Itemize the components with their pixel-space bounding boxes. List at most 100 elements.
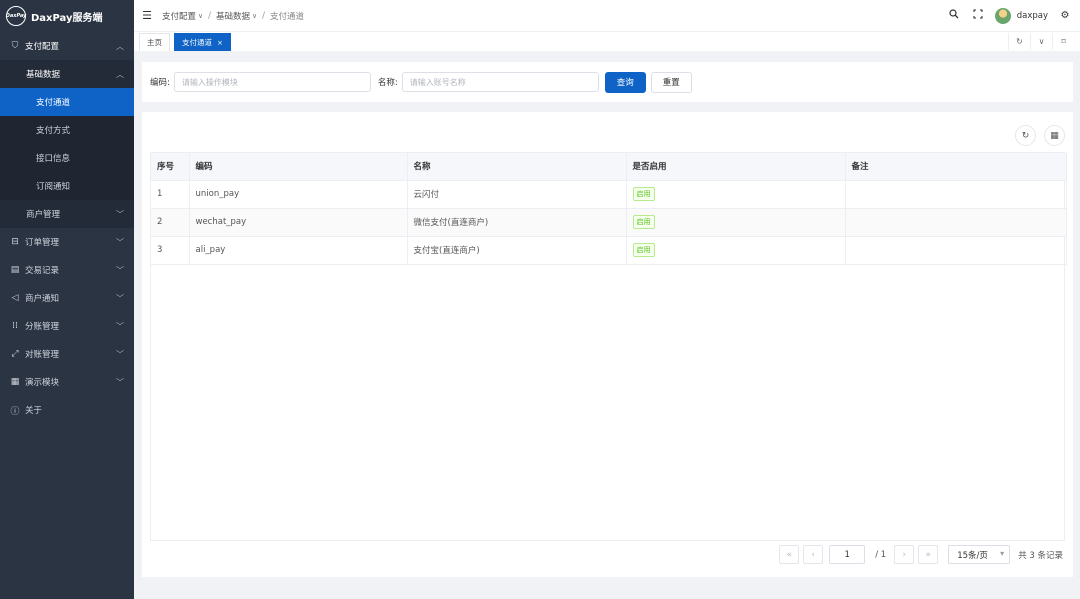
table-row[interactable]: 2 wechat_pay 微信支付(直连商户) 启用: [151, 208, 1067, 237]
sidebar-item-label: 接口信息: [36, 154, 71, 164]
cell-code: union_pay: [189, 180, 408, 209]
sidebar-item-payment-method[interactable]: 支付方式: [0, 116, 134, 144]
chevron-down-icon: ﹀: [116, 293, 124, 303]
cell-remark: [845, 180, 1067, 209]
refresh-icon[interactable]: ↻: [1015, 125, 1036, 146]
total-records: 共 3 条记录: [1018, 550, 1063, 561]
column-header-name: 名称: [407, 153, 627, 181]
column-header-remark: 备注: [845, 153, 1067, 181]
logo[interactable]: DaxPay DaxPay服务端: [0, 0, 134, 32]
sidebar-item-split-management[interactable]: ⁞⁞ 分账管理 ﹀: [0, 312, 134, 340]
breadcrumb-item: 支付通道: [270, 11, 305, 22]
fullscreen-icon[interactable]: [971, 9, 985, 22]
data-table: 序号 编码 名称 是否启用 备注 1 union_pay 云闪付 启用 2 we…: [150, 152, 1067, 541]
chevron-down-icon: ∨: [198, 11, 204, 20]
sidebar-item-label: 订阅通知: [36, 182, 71, 192]
close-icon[interactable]: ×: [217, 39, 223, 47]
cell-enabled: 启用: [626, 208, 846, 237]
order-icon: ⊟: [11, 237, 19, 247]
refresh-icon[interactable]: ↻: [1008, 33, 1030, 50]
expand-icon[interactable]: ⌑: [1052, 33, 1074, 50]
sidebar-item-demo[interactable]: ▦ 演示模块 ﹀: [0, 368, 134, 396]
breadcrumb-item[interactable]: 基础数据: [216, 10, 250, 22]
cell-index: 1: [151, 180, 190, 209]
top-right-actions: daxpay ⚙: [947, 7, 1072, 24]
sidebar-item-merchant-notify[interactable]: ◁ 商户通知 ﹀: [0, 284, 134, 312]
chevron-down-icon: ∨: [252, 11, 258, 20]
sidebar-item-label: 订单管理: [25, 238, 60, 248]
menu-fold-icon[interactable]: ☰: [140, 9, 154, 23]
query-button[interactable]: 查询: [604, 71, 646, 93]
caret-down-icon: ▾: [1000, 549, 1005, 558]
tab-label: 支付通道: [182, 38, 212, 47]
breadcrumb: 支付配置 ∨ / 基础数据 ∨ / 支付通道: [162, 10, 947, 22]
sidebar-item-basic-data[interactable]: 基础数据 ︿: [0, 60, 134, 88]
table-card: ↻ ▦ 序号 编码 名称 是否启用 备注 1 union_pay 云闪付 启用 …: [142, 112, 1073, 577]
sidebar-item-label: 基础数据: [26, 70, 61, 80]
cell-code: ali_pay: [189, 236, 408, 265]
gear-icon[interactable]: ⚙: [1058, 10, 1072, 21]
avatar[interactable]: [994, 7, 1011, 24]
shield-icon: ⛉: [11, 41, 19, 51]
sidebar-item-label: 关于: [25, 406, 43, 416]
chevron-down-icon: ﹀: [116, 237, 124, 247]
chevron-down-icon: ﹀: [116, 209, 124, 219]
page-size-value: 15条/页: [957, 550, 988, 561]
cell-remark: [845, 208, 1067, 237]
column-header-code: 编码: [189, 153, 408, 181]
sidebar-item-payment-config[interactable]: ⛉ 支付配置 ︿: [0, 32, 134, 60]
column-header-index: 序号: [151, 153, 190, 181]
page-size-select[interactable]: 15条/页 ▾: [948, 545, 1011, 564]
tabs-bar: 主页 支付通道 × ↻ ∨ ⌑: [134, 32, 1080, 51]
table-row[interactable]: 3 ali_pay 支付宝(直连商户) 启用: [151, 236, 1067, 265]
search-icon[interactable]: [947, 9, 961, 22]
breadcrumb-separator: /: [208, 10, 212, 21]
next-page-icon[interactable]: ›: [894, 545, 915, 564]
chevron-down-icon: ﹀: [116, 349, 124, 359]
pagination: « ‹ 1 / 1 › » 15条/页 ▾ 共 3 条记录: [779, 545, 1063, 564]
sidebar-item-label: 支付方式: [36, 126, 71, 136]
tab-label: 主页: [147, 38, 162, 47]
status-badge: 启用: [632, 243, 655, 257]
tab-payment-channel[interactable]: 支付通道 ×: [174, 33, 231, 51]
top-bar: ☰ 支付配置 ∨ / 基础数据 ∨ / 支付通道 daxpay ⚙: [134, 0, 1080, 32]
column-settings-icon[interactable]: ▦: [1044, 125, 1065, 146]
sidebar-item-transactions[interactable]: ▤ 交易记录 ﹀: [0, 256, 134, 284]
name-label: 名称:: [377, 78, 398, 88]
search-panel: 编码: 请输入操作模块 名称: 请输入账号名称 查询 重置: [142, 62, 1073, 102]
username[interactable]: daxpay: [1017, 11, 1048, 21]
sidebar-item-reconcile[interactable]: ⤢ 对账管理 ﹀: [0, 340, 134, 368]
table-row[interactable]: 1 union_pay 云闪付 启用: [151, 180, 1067, 209]
cell-name: 支付宝(直连商户): [407, 236, 627, 265]
cell-enabled: 启用: [626, 236, 846, 265]
info-icon: ⓘ: [10, 406, 20, 417]
breadcrumb-item[interactable]: 支付配置: [162, 10, 196, 22]
sidebar-item-merchant-management[interactable]: 商户管理 ﹀: [0, 200, 134, 228]
prev-page-icon[interactable]: ‹: [803, 545, 824, 564]
page-number-input[interactable]: 1: [829, 545, 866, 564]
name-input[interactable]: 请输入账号名称: [401, 72, 599, 92]
sidebar-item-label: 对账管理: [25, 350, 60, 360]
breadcrumb-separator: /: [262, 10, 266, 21]
last-page-icon[interactable]: »: [918, 545, 939, 564]
tabs-actions: ↻ ∨ ⌑: [1008, 33, 1074, 50]
chevron-down-icon: ﹀: [116, 377, 124, 387]
sidebar: DaxPay DaxPay服务端 ⛉ 支付配置 ︿ 基础数据 ︿ 支付通道 支付…: [0, 0, 134, 599]
sidebar-item-subscription[interactable]: 订阅通知: [0, 172, 134, 200]
tab-home[interactable]: 主页: [139, 33, 170, 51]
reset-button[interactable]: 重置: [650, 71, 692, 93]
chevron-down-icon[interactable]: ∨: [1030, 33, 1052, 50]
cell-name: 云闪付: [407, 180, 627, 209]
cell-remark: [845, 236, 1067, 265]
chevron-down-icon: ﹀: [116, 265, 124, 275]
code-input[interactable]: 请输入操作模块: [173, 72, 371, 92]
split-icon: ⁞⁞: [12, 321, 18, 331]
sidebar-item-order-management[interactable]: ⊟ 订单管理 ﹀: [0, 228, 134, 256]
sidebar-item-label: 商户通知: [25, 294, 60, 304]
first-page-icon[interactable]: «: [779, 545, 800, 564]
sidebar-item-payment-channel[interactable]: 支付通道: [0, 88, 134, 116]
chevron-up-icon: ︿: [116, 69, 124, 79]
sidebar-item-api-info[interactable]: 接口信息: [0, 144, 134, 172]
sidebar-item-about[interactable]: ⓘ 关于: [0, 396, 134, 424]
sidebar-item-label: 交易记录: [25, 266, 60, 276]
